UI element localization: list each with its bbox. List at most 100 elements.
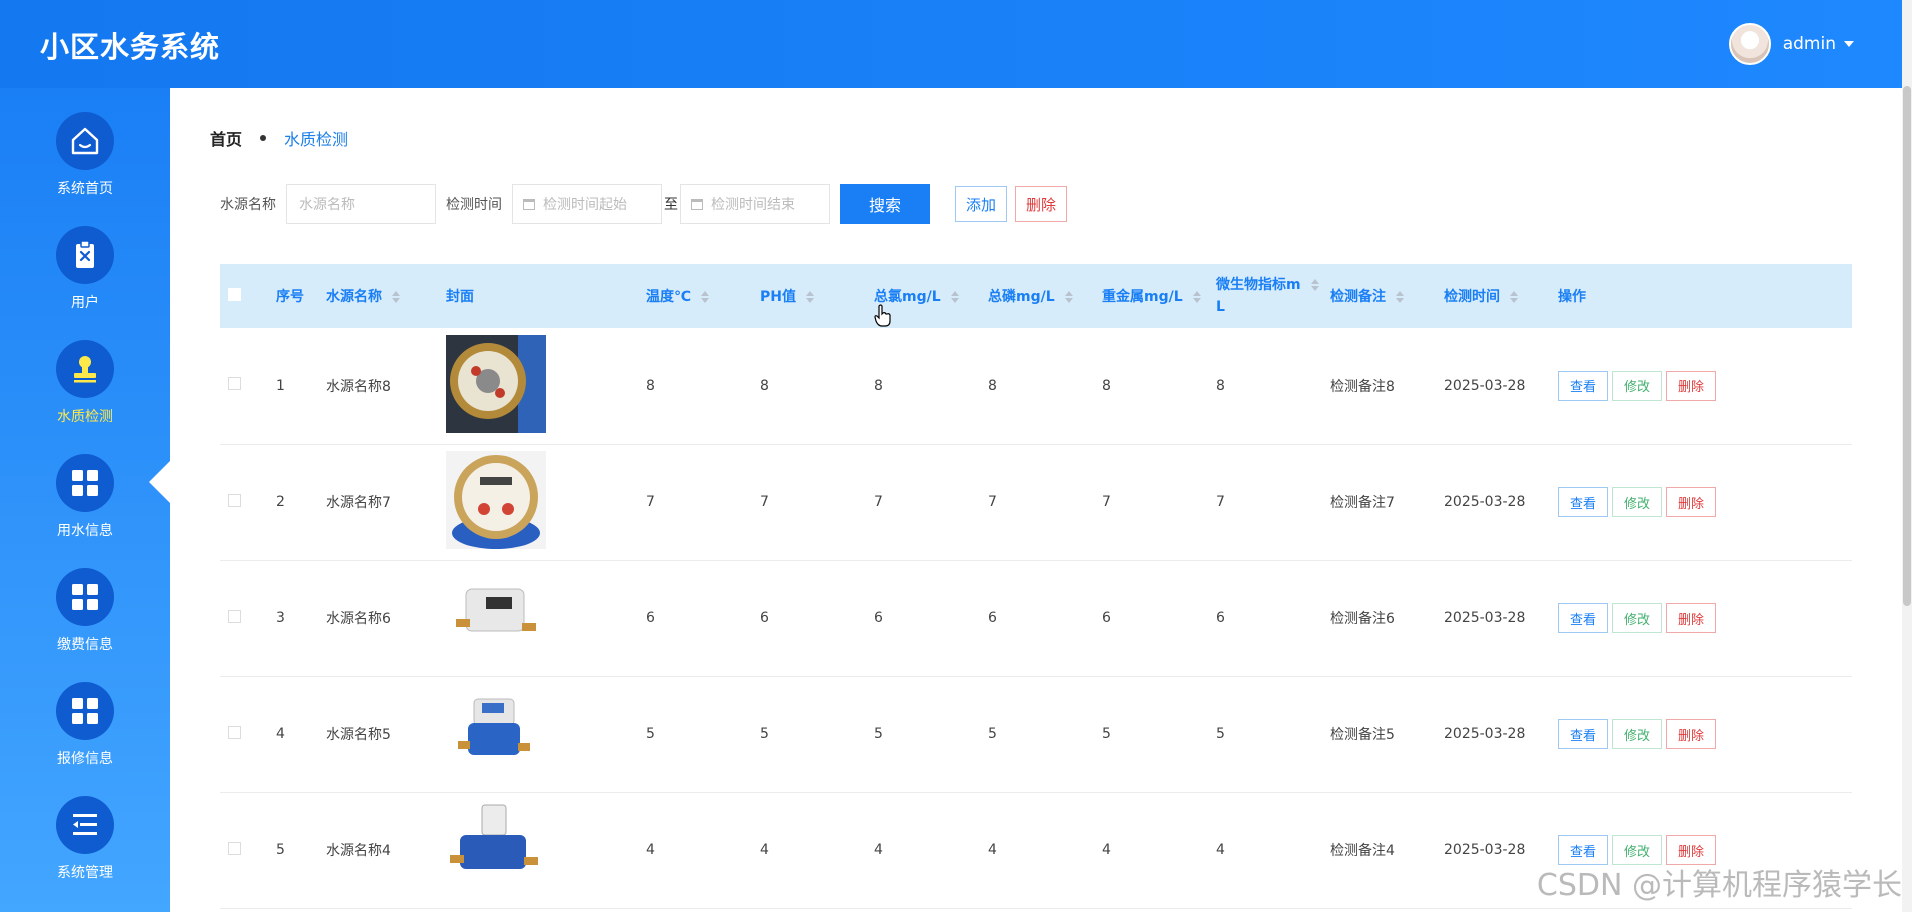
delete-button[interactable]: 删除 xyxy=(1666,719,1716,749)
table-row: 2 水源名称7 7 7 7 7 7 7 检测备注7 2025-03-28 查看修… xyxy=(220,444,1852,561)
select-all-checkbox[interactable] xyxy=(228,287,241,301)
sort-icon[interactable] xyxy=(1510,291,1518,303)
view-button[interactable]: 查看 xyxy=(1558,487,1608,517)
sidebar-item-home[interactable]: 系统首页 xyxy=(0,112,170,226)
cell-index: 2 xyxy=(268,444,318,561)
cell-phosphorus: 5 xyxy=(980,676,1094,793)
scrollbar[interactable] xyxy=(1902,0,1912,912)
sidebar-item-water-quality[interactable]: 水质检测 xyxy=(0,340,170,454)
cell-temp: 6 xyxy=(638,560,752,677)
delete-button[interactable]: 删除 xyxy=(1666,603,1716,633)
sidebar-item-payment[interactable]: 缴费信息 xyxy=(0,568,170,682)
user-menu[interactable]: admin xyxy=(1728,22,1854,66)
breadcrumb-current[interactable]: 水质检测 xyxy=(284,126,348,150)
col-ph: PH值 xyxy=(760,289,796,305)
col-time-header[interactable]: 检测时间 xyxy=(1436,264,1550,328)
sidebar-item-label: 用户 xyxy=(71,295,99,311)
col-ph-header[interactable]: PH值 xyxy=(752,264,866,328)
active-nav-pointer xyxy=(149,460,171,504)
col-cover: 封面 xyxy=(446,289,474,305)
cell-ph: 4 xyxy=(752,792,866,909)
cell-phosphorus: 8 xyxy=(980,328,1094,445)
view-button[interactable]: 查看 xyxy=(1558,719,1608,749)
sort-icon[interactable] xyxy=(1064,291,1073,303)
sidebar-item-water-usage[interactable]: 用水信息 xyxy=(0,454,170,568)
user-name[interactable]: admin xyxy=(1783,34,1836,54)
batch-delete-button[interactable]: 删除 xyxy=(1015,186,1067,222)
cell-microbe: 5 xyxy=(1208,676,1322,793)
sidebar-item-label: 系统首页 xyxy=(57,181,113,197)
edit-button[interactable]: 修改 xyxy=(1612,370,1662,401)
app-title: 小区水务系统 xyxy=(40,30,221,64)
cover-image[interactable] xyxy=(446,567,546,665)
edit-button[interactable]: 修改 xyxy=(1612,603,1662,633)
sort-icon[interactable] xyxy=(1310,279,1319,291)
row-checkbox[interactable] xyxy=(228,493,241,507)
sidebar-item-system[interactable]: 系统管理 xyxy=(0,796,170,910)
breadcrumb-separator xyxy=(260,135,267,141)
grid-icon xyxy=(56,682,114,740)
end-date-input[interactable]: 检测时间结束 xyxy=(680,184,830,224)
cell-temp: 4 xyxy=(638,792,752,909)
cover-image[interactable] xyxy=(446,451,546,549)
sidebar-item-repair[interactable]: 报修信息 xyxy=(0,682,170,796)
cover-image[interactable] xyxy=(446,799,546,897)
sort-icon[interactable] xyxy=(950,291,959,303)
cell-ph: 6 xyxy=(752,560,866,677)
cell-note: 检测备注8 xyxy=(1322,328,1436,445)
cell-phosphorus: 4 xyxy=(980,792,1094,909)
stamp-icon xyxy=(56,340,114,398)
col-phosphorus: 总磷mg/L xyxy=(988,289,1055,305)
grid-icon xyxy=(56,454,114,512)
sort-icon[interactable] xyxy=(1396,291,1404,303)
name-label: 水源名称 xyxy=(220,197,276,213)
view-button[interactable]: 查看 xyxy=(1558,370,1608,401)
cell-name: 水源名称5 xyxy=(318,676,438,793)
edit-button[interactable]: 修改 xyxy=(1612,719,1662,749)
chevron-down-icon[interactable] xyxy=(1844,41,1854,47)
cell-microbe: 6 xyxy=(1208,560,1322,677)
search-bar: 水源名称 水源名称 检测时间 检测时间起始 至 检测时间结束 搜索 添加 删除 xyxy=(220,184,1067,224)
cell-note: 检测备注7 xyxy=(1322,444,1436,561)
col-microbe-header[interactable]: 微生物指标m L xyxy=(1208,264,1322,328)
breadcrumb-home[interactable]: 首页 xyxy=(210,126,242,150)
cover-image[interactable] xyxy=(446,683,546,781)
row-checkbox[interactable] xyxy=(228,609,241,623)
sidebar-item-label: 报修信息 xyxy=(57,751,113,767)
delete-button[interactable]: 删除 xyxy=(1666,370,1716,401)
col-index: 序号 xyxy=(276,289,304,305)
row-checkbox[interactable] xyxy=(228,841,241,855)
sidebar-item-user[interactable]: 用户 xyxy=(0,226,170,340)
search-button[interactable]: 搜索 xyxy=(840,184,930,224)
avatar[interactable] xyxy=(1728,23,1771,65)
col-note-header[interactable]: 检测备注 xyxy=(1322,264,1436,328)
cell-name: 水源名称7 xyxy=(318,444,438,561)
cover-image[interactable] xyxy=(446,334,546,433)
cell-heavy-metal: 6 xyxy=(1094,560,1208,677)
scrollbar-thumb[interactable] xyxy=(1903,86,1911,606)
start-date-input[interactable]: 检测时间起始 xyxy=(512,184,662,224)
row-checkbox[interactable] xyxy=(228,377,241,391)
col-temp-header[interactable]: 温度℃ xyxy=(638,264,752,328)
name-search-input[interactable]: 水源名称 xyxy=(286,184,436,224)
col-phosphorus-header[interactable]: 总磷mg/L xyxy=(980,264,1094,328)
col-name-header[interactable]: 水源名称 xyxy=(318,264,438,328)
col-time: 检测时间 xyxy=(1444,289,1500,305)
row-checkbox[interactable] xyxy=(228,725,241,739)
delete-button[interactable]: 删除 xyxy=(1666,487,1716,517)
sort-icon[interactable] xyxy=(392,291,400,303)
sort-icon[interactable] xyxy=(1192,291,1201,303)
sort-icon[interactable] xyxy=(805,291,814,303)
cell-microbe: 7 xyxy=(1208,444,1322,561)
cell-time: 2025-03-28 xyxy=(1436,676,1550,793)
to-label: 至 xyxy=(664,197,678,213)
add-button[interactable]: 添加 xyxy=(955,186,1007,222)
cell-chlorine: 5 xyxy=(866,676,980,793)
col-microbe-wrap: L xyxy=(1216,299,1225,315)
view-button[interactable]: 查看 xyxy=(1558,603,1608,633)
edit-button[interactable]: 修改 xyxy=(1612,487,1662,517)
cell-time: 2025-03-28 xyxy=(1436,792,1550,909)
col-heavy-metal-header[interactable]: 重金属mg/L xyxy=(1094,264,1208,328)
sort-icon[interactable] xyxy=(700,291,709,303)
data-table: 序号 水源名称 封面 温度℃ PH值 总氯mg/L 总磷mg/L 重金属mg/L… xyxy=(220,264,1852,909)
